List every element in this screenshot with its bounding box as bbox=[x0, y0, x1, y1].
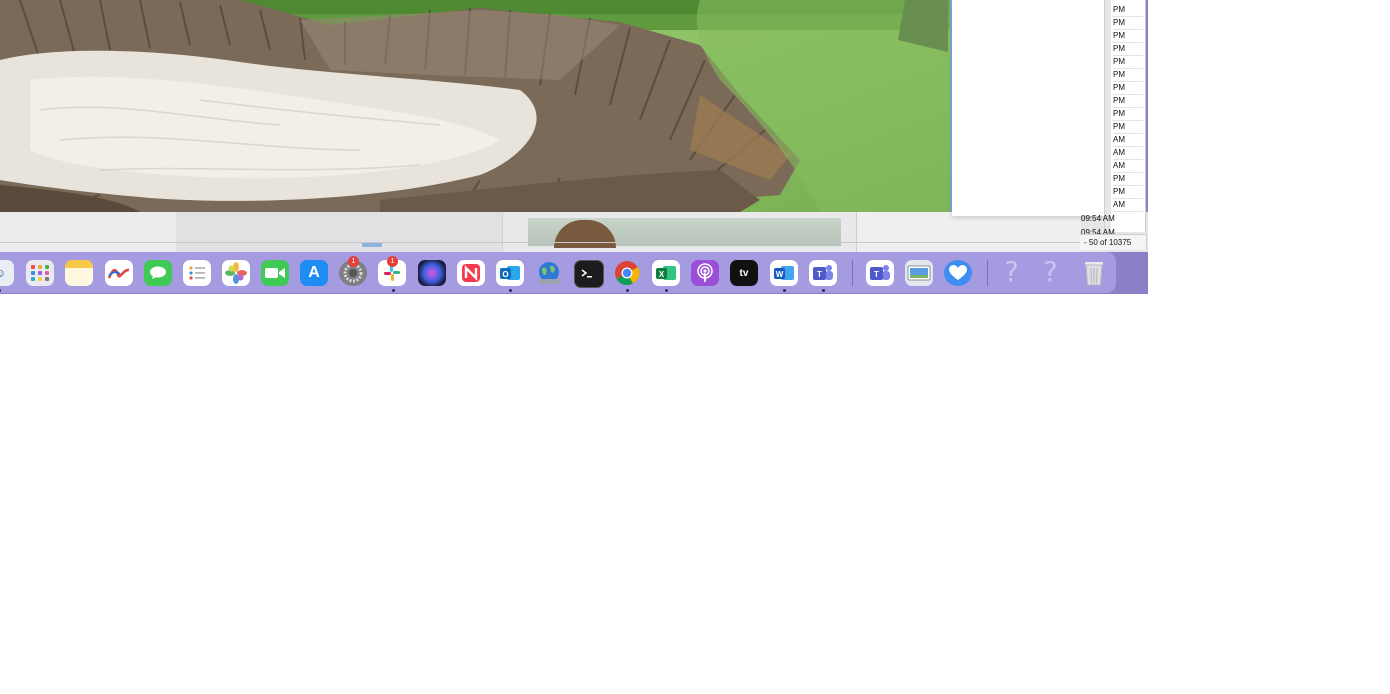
app-store-icon[interactable]: A bbox=[300, 260, 328, 286]
background-window-selection bbox=[362, 243, 382, 247]
finder-icon[interactable]: ☺ bbox=[0, 260, 14, 286]
outlook-icon[interactable]: O bbox=[496, 260, 524, 286]
running-indicator bbox=[392, 289, 395, 292]
list-item[interactable]: PM bbox=[1113, 55, 1143, 69]
reminders-icon[interactable] bbox=[183, 260, 211, 286]
list-item[interactable]: PM bbox=[1113, 120, 1143, 134]
notification-badge: 1 bbox=[387, 256, 398, 267]
trash-icon[interactable] bbox=[1080, 260, 1108, 286]
photo-info-panel bbox=[952, 0, 1104, 216]
list-item[interactable]: AM bbox=[1113, 133, 1143, 147]
list-item[interactable]: PM bbox=[1113, 16, 1143, 30]
freeform-icon[interactable] bbox=[105, 260, 133, 286]
desktop-screen: PM PM PM PM PM PM PM PM PM PM AM AM AM P… bbox=[0, 0, 1148, 294]
background-window-status-bar bbox=[0, 242, 1080, 249]
teams-icon[interactable]: T bbox=[809, 260, 837, 286]
news-icon[interactable] bbox=[457, 260, 485, 286]
dock: ☺ A 1 1 bbox=[0, 252, 1116, 293]
photos-icon[interactable] bbox=[222, 260, 250, 286]
running-indicator bbox=[0, 289, 1, 292]
chrome-icon[interactable] bbox=[613, 260, 641, 286]
running-indicator bbox=[626, 289, 629, 292]
running-indicator bbox=[665, 289, 668, 292]
timestamp-list-gutter bbox=[1105, 0, 1111, 232]
svg-text:T: T bbox=[817, 270, 822, 279]
notes-icon[interactable] bbox=[65, 260, 93, 286]
list-item[interactable]: PM bbox=[1113, 81, 1143, 95]
apple-tv-icon[interactable]: tv bbox=[730, 260, 758, 286]
podcasts-icon[interactable] bbox=[691, 260, 719, 286]
unknown-app-icon[interactable]: ? bbox=[1043, 255, 1058, 288]
item-count-status: - 50 of 10375 bbox=[1080, 234, 1147, 250]
list-item[interactable]: AM bbox=[1113, 146, 1143, 160]
facetime-icon[interactable] bbox=[261, 260, 289, 286]
list-item[interactable]: PM bbox=[1113, 42, 1143, 56]
word-icon[interactable]: W bbox=[770, 260, 798, 286]
notification-badge: 1 bbox=[348, 256, 359, 267]
running-indicator bbox=[783, 289, 786, 292]
dock-separator bbox=[987, 260, 988, 286]
list-item[interactable]: PM bbox=[1113, 107, 1143, 121]
messages-icon[interactable] bbox=[144, 260, 172, 286]
list-item[interactable]: PM bbox=[1113, 94, 1143, 108]
heart-app-icon[interactable] bbox=[944, 260, 972, 286]
preview-icon[interactable] bbox=[905, 260, 933, 286]
dock-separator bbox=[852, 260, 853, 286]
list-item[interactable]: PM bbox=[1113, 68, 1143, 82]
svg-text:O: O bbox=[502, 270, 508, 279]
list-item[interactable]: PM bbox=[1113, 172, 1143, 186]
background-window bbox=[0, 212, 1148, 252]
list-item[interactable]: PM bbox=[1113, 29, 1143, 43]
unknown-app-icon[interactable]: ? bbox=[1004, 255, 1019, 288]
terminal-icon[interactable] bbox=[574, 260, 604, 288]
list-item[interactable]: PM bbox=[1113, 3, 1143, 17]
bunker-photo bbox=[0, 0, 950, 212]
teams-alt-icon[interactable]: T bbox=[866, 260, 894, 286]
network-utility-icon[interactable] bbox=[535, 260, 563, 286]
running-indicator bbox=[822, 289, 825, 292]
svg-text:T: T bbox=[874, 270, 879, 279]
siri-icon[interactable] bbox=[418, 260, 446, 286]
excel-icon[interactable]: X bbox=[652, 260, 680, 286]
svg-text:X: X bbox=[659, 270, 665, 279]
timestamp-text: 09:54 AM bbox=[1081, 214, 1115, 223]
list-item[interactable]: PM bbox=[1113, 185, 1143, 199]
list-item[interactable]: AM bbox=[1113, 198, 1143, 212]
launchpad-icon[interactable] bbox=[26, 260, 54, 286]
running-indicator bbox=[509, 289, 512, 292]
svg-text:W: W bbox=[776, 270, 784, 279]
timestamp-list[interactable]: PM PM PM PM PM PM PM PM PM PM AM AM AM P… bbox=[1104, 0, 1146, 232]
photo-preview-window[interactable] bbox=[0, 0, 952, 212]
list-item[interactable]: AM bbox=[1113, 159, 1143, 173]
